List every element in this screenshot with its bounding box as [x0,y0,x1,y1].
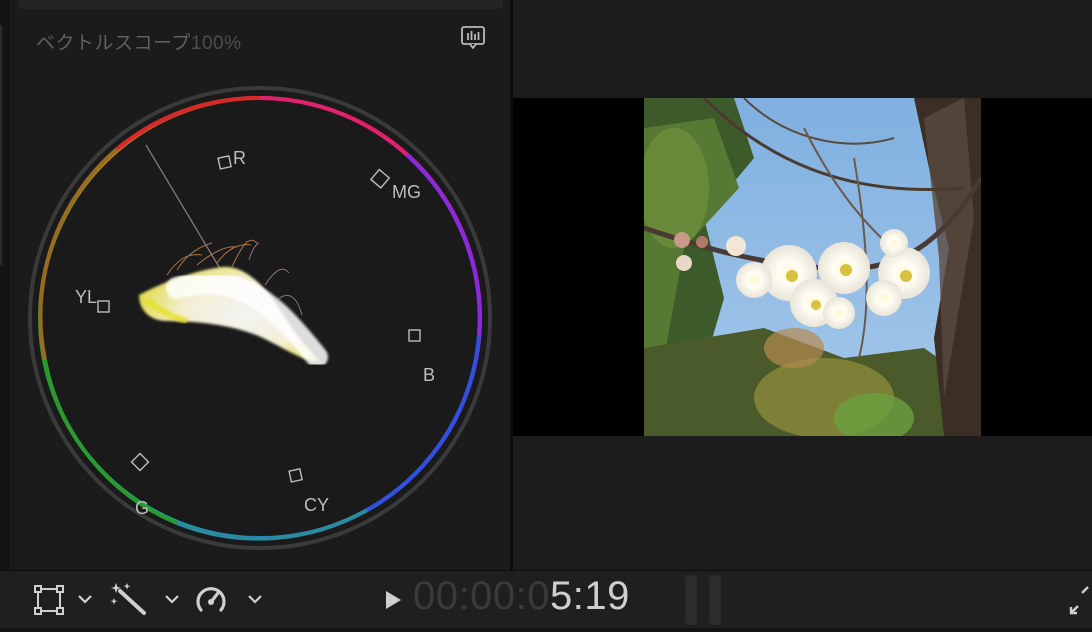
audio-meter-left [685,575,697,625]
target-label-g: G [135,498,149,518]
timecode-dim: 00:00:0 [413,574,550,618]
left-edge-mark [0,25,2,265]
scope-title-label: ベクトルスコープ [36,33,191,54]
target-label-b: B [423,365,435,385]
scope-scale: 100% [190,33,242,54]
transform-icon[interactable] [32,583,66,617]
play-button[interactable] [381,588,405,612]
target-label-mg: MG [392,182,421,202]
viewer-panel [513,0,1092,570]
target-label-cy: CY [304,495,329,515]
audio-meter-right [709,575,721,625]
fullscreen-icon[interactable] [1068,585,1092,615]
timecode-display[interactable]: 00:00:05:19 [413,574,630,619]
left-edge [0,0,10,570]
transform-menu-chevron-down-icon[interactable] [75,589,95,609]
target-label-yl: YL [75,287,97,307]
video-image[interactable] [644,98,981,436]
audio-meters [683,575,723,625]
speedometer-icon[interactable] [193,582,229,618]
enhance-menu-chevron-down-icon[interactable] [162,589,182,609]
video-frame [513,98,1092,436]
magic-wand-icon[interactable] [110,581,148,617]
target-label-r: R [233,148,246,168]
toolbar-bottom-edge [0,628,1092,632]
vectorscope-graticule: R MG B CY G YL [28,86,492,550]
speed-menu-chevron-down-icon[interactable] [245,589,265,609]
scope-settings-icon[interactable] [459,25,487,51]
timecode-lit: 5:19 [549,574,630,618]
scope-top-bar [18,0,503,9]
scope-title: ベクトルスコープ100% [36,28,241,55]
bottom-toolbar: 00:00:05:19 [0,570,1092,632]
